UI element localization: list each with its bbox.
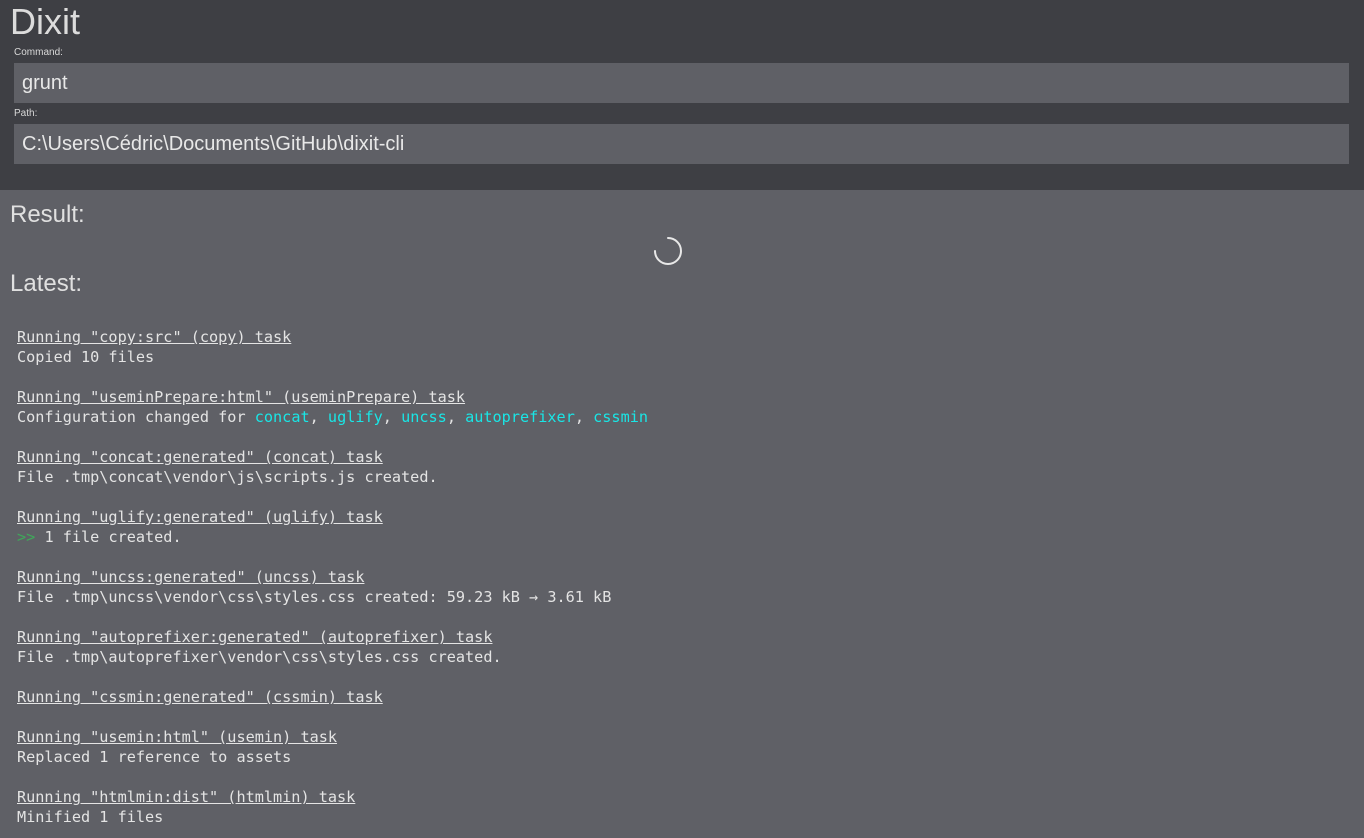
loading-spinner-icon: [654, 237, 682, 265]
log-task-line: Running "concat:generated" (concat) task: [17, 448, 383, 466]
grunt-output-log: Running "copy:src" (copy) task Copied 10…: [17, 327, 1347, 827]
log-output-line: Configuration changed for concat, uglify…: [17, 408, 649, 426]
log-task-line: Running "uglify:generated" (uglify) task: [17, 508, 383, 526]
log-task-line: Running "copy:src" (copy) task: [17, 328, 292, 346]
path-input[interactable]: [14, 124, 1349, 164]
log-highlight: concat: [254, 408, 310, 426]
app-title: Dixit: [10, 1, 80, 42]
log-highlight: cssmin: [593, 408, 649, 426]
log-task-line: Running "usemin:html" (usemin) task: [17, 728, 338, 746]
log-task-line: Running "autoprefixer:generated" (autopr…: [17, 628, 493, 646]
result-title: Result:: [10, 201, 85, 228]
log-highlight: uncss: [401, 408, 447, 426]
log-output-line: File .tmp\uncss\vendor\css\styles.css cr…: [17, 588, 612, 606]
log-task-line: Running "htmlmin:dist" (htmlmin) task: [17, 788, 356, 806]
command-label: Command:: [14, 47, 63, 58]
log-highlight: uglify: [327, 408, 383, 426]
log-output-line: >> 1 file created.: [17, 528, 182, 546]
log-task-line: Running "cssmin:generated" (cssmin) task: [17, 688, 383, 706]
header-panel: Dixit Command: Path:: [0, 0, 1364, 190]
log-marker: >>: [17, 528, 36, 546]
log-output-line: File .tmp\concat\vendor\js\scripts.js cr…: [17, 468, 438, 486]
log-task-line: Running "useminPrepare:html" (useminPrep…: [17, 388, 466, 406]
log-output-line: Minified 1 files: [17, 808, 164, 826]
log-highlight: autoprefixer: [465, 408, 575, 426]
log-output-line: File .tmp\autoprefixer\vendor\css\styles…: [17, 648, 502, 666]
log-output-line: Replaced 1 reference to assets: [17, 748, 292, 766]
path-label: Path:: [14, 108, 38, 119]
latest-title: Latest:: [10, 270, 83, 297]
command-input[interactable]: [14, 63, 1349, 103]
log-output-line: Copied 10 files: [17, 348, 155, 366]
log-task-line: Running "uncss:generated" (uncss) task: [17, 568, 365, 586]
